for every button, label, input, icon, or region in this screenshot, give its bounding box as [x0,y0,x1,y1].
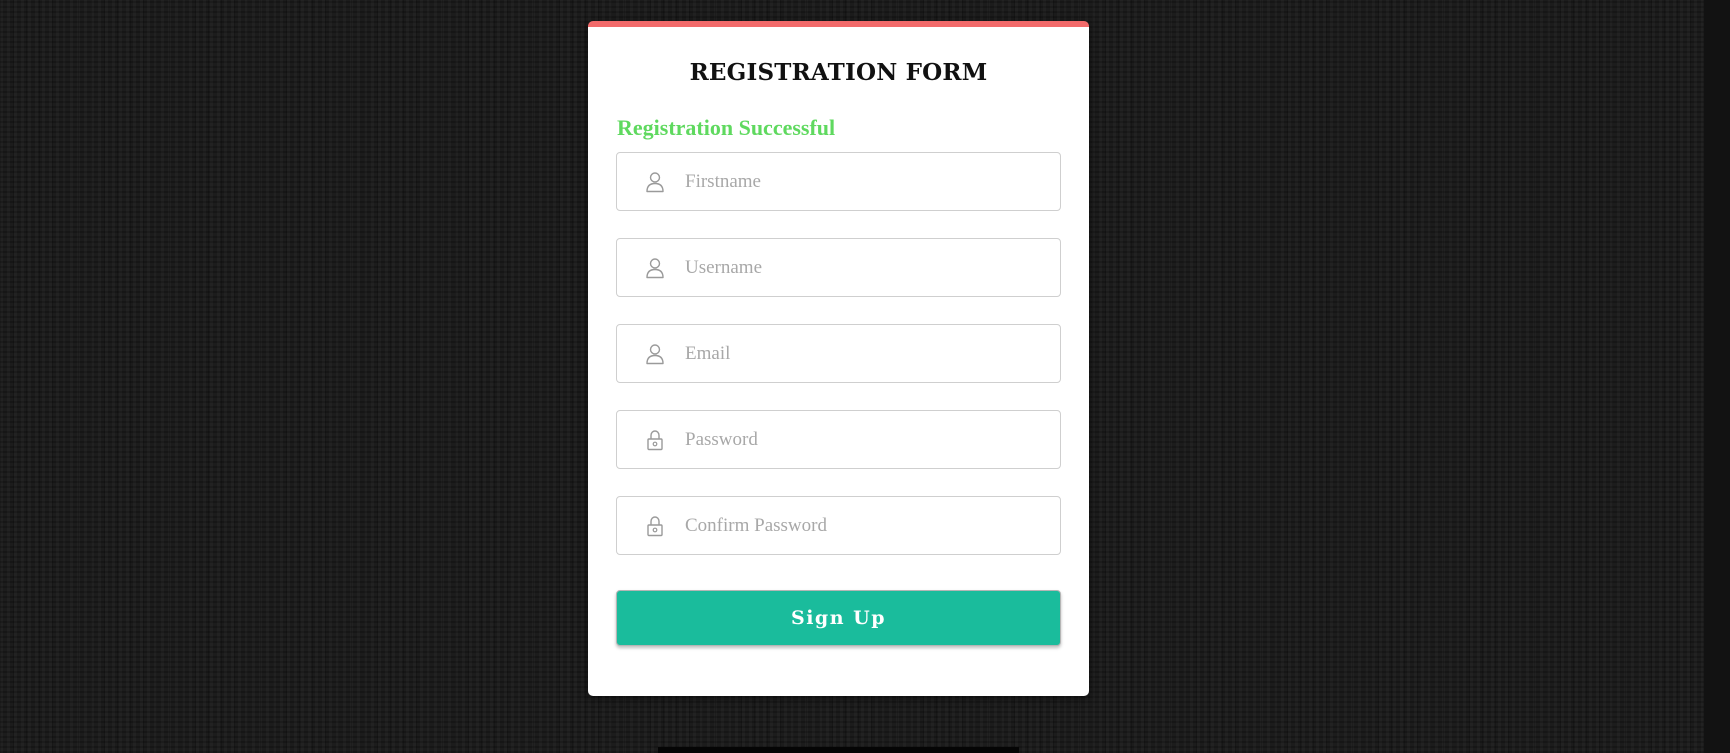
sign-up-button[interactable]: Sign Up [616,590,1061,646]
registration-card: REGISTRATION FORM Registration Successfu… [588,21,1089,696]
user-icon [646,172,664,193]
form-title: REGISTRATION FORM [689,59,988,86]
password-field[interactable] [616,410,1061,469]
password-input[interactable] [685,411,1045,468]
email-field[interactable] [616,324,1061,383]
confirm-password-field[interactable] [616,496,1061,555]
user-icon [646,258,664,279]
username-input[interactable] [685,239,1045,296]
confirm-password-input[interactable] [685,497,1045,554]
user-icon [646,344,664,365]
email-input[interactable] [685,325,1045,382]
username-field[interactable] [616,238,1061,297]
lock-icon [647,430,663,451]
firstname-input[interactable] [685,153,1045,210]
success-message: Registration Successful [617,115,836,140]
lock-icon [647,516,663,537]
page-edge-strip [1704,0,1730,753]
firstname-field[interactable] [616,152,1061,211]
bottom-bar [658,747,1019,753]
